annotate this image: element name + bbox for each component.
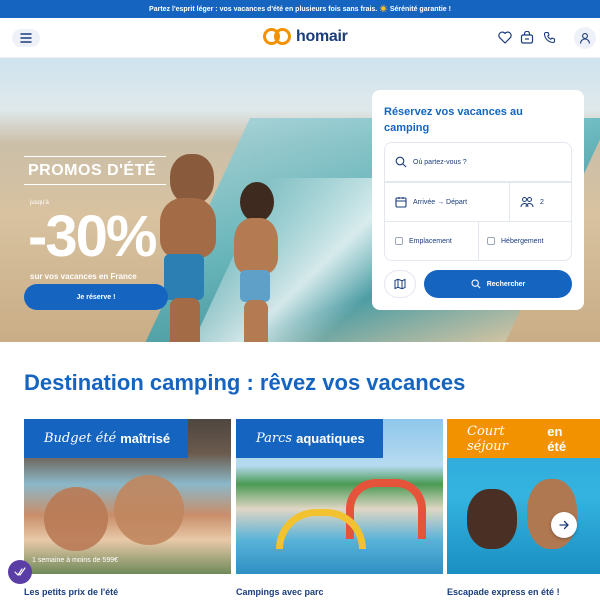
- phone-icon: [543, 31, 555, 43]
- check-icon: [14, 567, 26, 576]
- promo-banner: Partez l'esprit léger : vos vacances d'é…: [0, 0, 600, 18]
- guests-count: 2: [540, 198, 544, 206]
- site-header: homair: [0, 18, 600, 58]
- option-pitch[interactable]: Emplacement: [384, 221, 479, 261]
- card-caption: 1 semaine à moins de 599€: [32, 557, 118, 564]
- promo-divider: [24, 156, 166, 157]
- promo-percent: -30%: [28, 204, 157, 269]
- option-accommodation[interactable]: Hébergement: [478, 221, 572, 261]
- card-tag: Court séjour en été: [447, 419, 600, 458]
- carousel-next-button[interactable]: [551, 512, 577, 538]
- card-tag: Parcs aquatiques: [236, 419, 383, 458]
- phone-button[interactable]: [541, 29, 557, 45]
- booking-panel: Réservez vos vacances au camping Où part…: [372, 90, 584, 310]
- map-icon: [394, 278, 406, 290]
- user-icon: [579, 33, 591, 44]
- card-tag: Budget été maîtrisé: [24, 419, 189, 458]
- pitch-label: Emplacement: [409, 237, 452, 245]
- accommodation-checkbox[interactable]: [487, 237, 495, 245]
- search-icon: [471, 279, 481, 289]
- card-label-water-parks[interactable]: Campings avec parc: [236, 587, 324, 597]
- dates-field[interactable]: Arrivée → Départ: [384, 182, 510, 222]
- accommodation-label: Hébergement: [501, 237, 544, 245]
- pitch-checkbox[interactable]: [395, 237, 403, 245]
- destination-placeholder: Où partez-vous ?: [413, 158, 467, 166]
- account-button[interactable]: [574, 27, 596, 49]
- book-now-button[interactable]: Je réserve !: [24, 284, 168, 310]
- card-label-budget[interactable]: Les petits prix de l'été: [24, 587, 118, 597]
- logo-icon: [263, 27, 293, 47]
- card-water-parks[interactable]: Parcs aquatiques: [236, 419, 443, 574]
- promo-subtitle: sur vos vacances en France: [30, 272, 137, 281]
- destination-field[interactable]: Où partez-vous ?: [384, 142, 572, 182]
- search-button[interactable]: Rechercher: [424, 270, 572, 298]
- bag-icon: [520, 30, 534, 44]
- search-icon: [395, 156, 407, 168]
- calendar-icon: [395, 197, 407, 208]
- hero-image-child-2: [240, 182, 274, 222]
- card-label-short-stay[interactable]: Escapade express en été !: [447, 587, 560, 597]
- heart-icon: [498, 30, 512, 44]
- arrow-right-icon: [559, 520, 569, 530]
- promo-title: PROMOS D'ÉTÉ: [28, 162, 157, 179]
- promo-banner-text: Partez l'esprit léger : vos vacances d'é…: [149, 6, 451, 13]
- menu-button[interactable]: [12, 29, 40, 47]
- section-title: Destination camping : rêvez vos vacances: [24, 370, 466, 395]
- search-button-label: Rechercher: [486, 280, 526, 288]
- dates-label: Arrivée → Départ: [413, 198, 468, 206]
- map-button[interactable]: [384, 270, 416, 298]
- card-short-stay[interactable]: Court séjour en été: [447, 419, 600, 574]
- cookie-settings-button[interactable]: [8, 560, 32, 584]
- cart-button[interactable]: [519, 29, 535, 45]
- guests-field[interactable]: 2: [509, 182, 572, 222]
- favorites-button[interactable]: [497, 29, 513, 45]
- homair-logo[interactable]: homair: [263, 27, 348, 47]
- card-budget[interactable]: Budget été maîtrisé 1 semaine à moins de …: [24, 419, 231, 574]
- logo-text: homair: [296, 28, 348, 45]
- menu-icon: [20, 33, 32, 43]
- people-icon: [520, 197, 534, 208]
- hero-image-child-1: [170, 154, 214, 204]
- booking-title: Réservez vos vacances au camping: [384, 106, 523, 134]
